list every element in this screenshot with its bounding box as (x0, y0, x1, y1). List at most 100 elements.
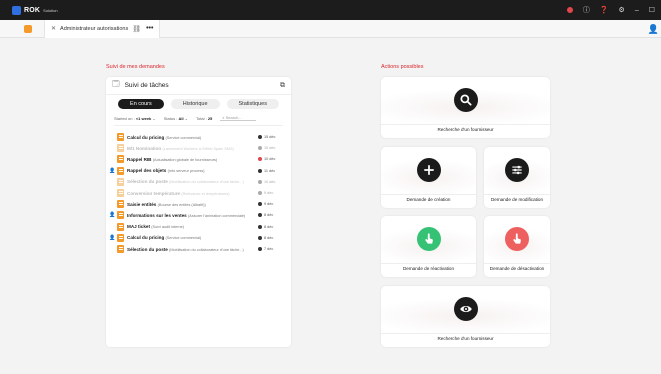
person-icon: 👤 (109, 167, 116, 174)
task-subtitle: (Actualisation globale de fournisseurs) (152, 157, 218, 162)
close-icon[interactable]: ✕ (51, 25, 56, 32)
task-subtitle: (Service commercial) (165, 135, 202, 140)
tab-en-cours[interactable]: En cours (118, 99, 164, 109)
task-text: Sélection du poste (Mobilisation du coll… (127, 247, 254, 252)
table-row[interactable]: 👤 Calcul du pricing (Service commercial) 8… (106, 233, 291, 243)
document-icon (117, 177, 124, 186)
notification-icon[interactable] (566, 7, 573, 13)
left-section-title: Suivi de mes demandes (106, 64, 165, 70)
status-filter[interactable]: Status : All ⌄ (164, 116, 188, 121)
title-bar-controls: ⓘ ❓ ⚙ – ☐ (566, 0, 655, 20)
action-card[interactable]: Recherche d'un fournisseur (381, 77, 550, 138)
task-text: Saisie entités (Bourse des entités (Alba… (127, 202, 254, 207)
task-title: MAJ ticket (127, 224, 150, 230)
table-row[interactable]: Saisie entités (Bourse des entités (Alba… (106, 199, 291, 209)
table-row[interactable]: Sélection du poste (Mobilisation du coll… (106, 244, 291, 254)
task-title: Rappel des objets (127, 168, 167, 174)
task-text: Sélection du poste (Mobilisation du coll… (127, 179, 254, 184)
table-row[interactable]: MAJ ticket (Suivi audit interne) 8 déc (106, 222, 291, 232)
panel-header: 🗔 Suivi de tâches ⧉ (106, 77, 291, 95)
task-text: Informations sur les ventes (Assurer l'a… (127, 213, 254, 218)
minimize-icon[interactable]: – (635, 7, 639, 14)
search-input[interactable]: ⌕ Search... (220, 115, 257, 121)
hand-pointer-icon (416, 227, 441, 251)
task-list-icon: 🗔 (112, 81, 120, 88)
table-row[interactable]: M/1 Nomination (Lancement Workers a-SHib… (106, 143, 291, 153)
status-dot-icon (258, 135, 262, 139)
started-filter[interactable]: Started on : <1 week ⌄ (114, 116, 156, 121)
eye-icon (453, 297, 478, 321)
task-date: 8 déc (264, 213, 274, 218)
table-row[interactable]: Sélection du poste (Mobilisation du coll… (106, 177, 291, 187)
action-card[interactable]: Demande de création (381, 147, 476, 208)
task-title: Calcul du pricing (127, 134, 165, 140)
task-subtitle: (Relevance et températures) (181, 191, 230, 196)
table-row[interactable]: 👤 Informations sur les ventes (Assurer l'… (106, 210, 291, 220)
action-card[interactable]: Demande de désactivation (484, 216, 550, 277)
tab-label: Administrateur autorisations (60, 25, 129, 32)
task-text: Calcul du pricing (Service commercial) (127, 135, 254, 140)
action-label: Demande de modification (490, 197, 544, 202)
task-subtitle: (Info serveur process) (167, 169, 205, 174)
task-subtitle: (Mobilisation du collaborateur d'une tâc… (169, 180, 244, 185)
person-icon: 👤 (109, 234, 116, 241)
more-icon[interactable]: ••• (146, 25, 153, 32)
table-row[interactable]: Calcul du pricing (Service commercial) 15… (106, 132, 291, 142)
task-subtitle: (Lancement Workers a-SHibb Spain SMS) (162, 146, 234, 151)
sliders-icon (505, 158, 529, 182)
search-icon (453, 88, 478, 112)
action-card[interactable]: Demande de modification (484, 147, 550, 208)
action-label: Demande de désactivation (489, 266, 545, 271)
task-date: 10 déc (264, 179, 276, 184)
total-count: Total : 25 (196, 115, 213, 121)
task-date: 15 déc (264, 146, 276, 151)
tab-admin-autorisations[interactable]: ✕ Administrateur autorisations ⛓ ••• (44, 19, 161, 38)
card-divider (484, 263, 550, 264)
link-icon[interactable]: ⛓ (132, 25, 141, 33)
task-text: Rappel des objets (Info serveur process) (127, 168, 254, 173)
document-icon (117, 211, 124, 220)
status-dot-icon (258, 168, 262, 173)
user-icon[interactable]: 👤 (648, 24, 659, 35)
document-icon (117, 245, 124, 253)
home-icon[interactable] (24, 24, 32, 33)
help-icon[interactable]: ❓ (600, 7, 609, 14)
task-text: M/1 Nomination (Lancement Workers a-SHib… (127, 146, 254, 151)
tab-historique[interactable]: Historique (170, 99, 220, 109)
task-panel: 🗔 Suivi de tâches ⧉ En cours Historique … (106, 77, 291, 347)
app-name: ROK (24, 6, 41, 14)
tab-statistiques[interactable]: Statistiques (226, 99, 279, 109)
task-date: 15 déc (264, 135, 276, 139)
task-date: 9 déc (264, 191, 274, 195)
plus-icon (416, 158, 441, 182)
action-label: Recherche d'un fournisseur (437, 336, 494, 341)
task-title: Informations sur les ventes (127, 212, 187, 218)
copy-icon[interactable]: ⧉ (280, 82, 285, 90)
status-dot-icon (258, 247, 262, 251)
person-icon: 👤 (109, 212, 116, 219)
info-icon[interactable]: ⓘ (583, 7, 590, 14)
maximize-icon[interactable]: ☐ (649, 7, 655, 14)
table-row[interactable]: 👤 Rappel des objets (Info serveur process… (106, 166, 291, 176)
tab-bar: ✕ Administrateur autorisations ⛓ ••• (0, 19, 661, 38)
task-text: Rappel RIB (Actualisation globale de fou… (127, 157, 254, 162)
task-title: Sélection du poste (127, 179, 168, 185)
table-row[interactable]: Conversion température (Relevance et tem… (106, 188, 291, 198)
card-divider (381, 263, 476, 264)
app-subtitle: Solution (43, 7, 58, 13)
task-subtitle: (Suivi audit interne) (151, 225, 184, 230)
document-icon (117, 233, 124, 242)
action-card[interactable]: Demande de réactivation (381, 216, 476, 277)
document-icon (117, 133, 124, 141)
action-card[interactable]: Recherche d'un fournisseur (381, 286, 550, 347)
action-label: Demande de réactivation (402, 266, 455, 271)
gear-icon[interactable]: ⚙ (619, 7, 625, 14)
task-date: 7 déc (264, 247, 274, 251)
filter-bar: Started on : <1 week ⌄ Status : All ⌄ To… (114, 115, 283, 126)
task-title: M/1 Nomination (127, 145, 162, 151)
task-subtitle: (Service commercial) (165, 236, 202, 241)
task-date: 8 déc (264, 235, 274, 240)
task-subtitle: (Bourse des entités (Albatif)) (157, 202, 206, 207)
task-date: 10 déc (264, 157, 276, 162)
table-row[interactable]: Rappel RIB (Actualisation globale de fou… (106, 154, 291, 164)
